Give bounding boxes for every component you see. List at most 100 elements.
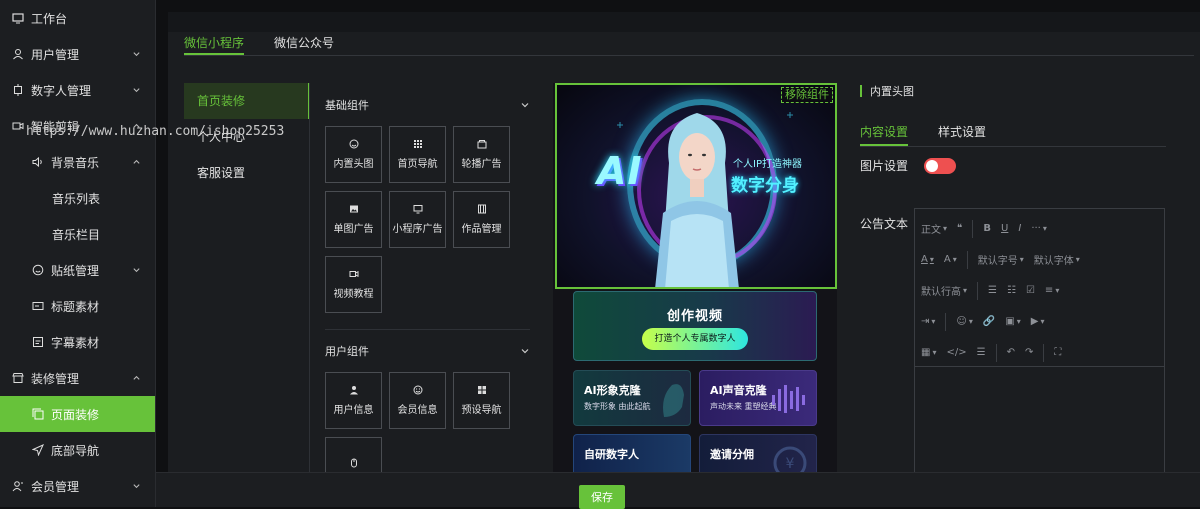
sidebar-item-digital-human[interactable]: 数字人管理	[0, 72, 155, 108]
bulleted-list-icon[interactable]: ☰	[988, 285, 997, 296]
fullscreen-icon[interactable]: ⛶	[1054, 347, 1061, 358]
footer-bar: 保存	[156, 472, 1200, 509]
sidebar-item-bottom-nav[interactable]: 底部导航	[0, 432, 155, 468]
redo-icon[interactable]: ↷	[1025, 347, 1033, 358]
link-icon[interactable]: 🔗	[983, 316, 995, 327]
submenu-personal-center[interactable]: 个人中心	[184, 119, 310, 155]
todo-icon[interactable]: ☑	[1026, 285, 1035, 296]
sidebar-item-label: 背景音乐	[51, 155, 100, 170]
component-home-nav[interactable]: 首页导航	[389, 126, 446, 183]
blockquote-icon[interactable]: ❝	[957, 223, 962, 234]
chevron-down-icon	[521, 349, 529, 354]
sidebar-item-smart-edit[interactable]: 智能剪辑	[0, 108, 155, 144]
line-height-select[interactable]: 默认行高	[921, 283, 967, 298]
font-size-select[interactable]: 默认字号	[978, 252, 1024, 267]
component-user-info[interactable]: 用户信息	[325, 372, 382, 429]
create-video-card[interactable]: 创作视频 打造个人专属数字人	[573, 291, 817, 361]
image-setting-switch[interactable]	[924, 157, 957, 174]
user-group-icon	[12, 480, 24, 492]
coin-icon: ¥	[773, 446, 807, 472]
italic-icon[interactable]: I	[1018, 223, 1021, 234]
tab-wechat-official-account[interactable]: 微信公众号	[274, 34, 334, 55]
sidebar-item-page-decoration[interactable]: 页面装修	[0, 396, 155, 432]
bold-icon[interactable]: B	[983, 223, 991, 234]
sidebar-item-decoration[interactable]: 装修管理	[0, 360, 155, 396]
code-icon[interactable]: </>	[946, 347, 966, 358]
feature-card-avatar-clone[interactable]: AI形象克隆 数字形象 由此起航	[573, 370, 691, 426]
component-carousel-ad[interactable]: 轮播广告	[453, 126, 510, 183]
image-icon[interactable]: ▣	[1005, 316, 1020, 327]
component-miniprogram-ad[interactable]: 小程序广告	[389, 191, 446, 248]
chevron-up-icon	[133, 123, 140, 128]
group-header-basic[interactable]: 基础组件	[325, 96, 530, 114]
submenu-home-decoration[interactable]: 首页装修	[184, 83, 310, 119]
feature-card-self-developed[interactable]: 自研数字人	[573, 434, 691, 472]
sidebar-item-title-assets[interactable]: 标题素材	[0, 288, 155, 324]
document-icon	[32, 336, 44, 348]
component-label: 作品管理	[461, 224, 502, 235]
save-button[interactable]: 保存	[579, 485, 625, 509]
more-icon[interactable]: ···	[1031, 223, 1047, 234]
emoji-icon[interactable]: ☺	[956, 316, 972, 327]
sidebar-item-music-list[interactable]: 音乐列表	[0, 180, 155, 216]
avatar-figure	[655, 113, 739, 287]
copy-icon	[32, 408, 44, 420]
sidebar-item-workbench[interactable]: 工作台	[0, 0, 155, 36]
tab-style-settings[interactable]: 样式设置	[938, 123, 986, 146]
paragraph-style-select[interactable]: 正文	[921, 221, 947, 236]
video-icon[interactable]: ▶	[1031, 316, 1045, 327]
component-video-tutorial[interactable]: 视频教程	[325, 256, 382, 313]
table-icon[interactable]: ▦	[921, 347, 936, 358]
store-icon	[12, 372, 24, 384]
video-icon	[349, 269, 359, 279]
component-label: 用户信息	[333, 405, 374, 416]
sidebar-item-members[interactable]: 会员管理	[0, 468, 155, 504]
component-label: 预设导航	[461, 405, 502, 416]
indent-icon[interactable]: ⇥	[921, 316, 935, 327]
group-title: 用户组件	[325, 345, 369, 358]
grid-icon	[413, 139, 423, 149]
feature-card-voice-clone[interactable]: AI声音克隆 声动未来 重塑经典	[699, 370, 817, 426]
align-icon[interactable]: ≡	[1045, 285, 1059, 296]
underline-icon[interactable]: U	[1001, 223, 1008, 234]
feature-card-invite-commission[interactable]: 邀请分佣 ¥	[699, 434, 817, 472]
sidebar-item-label: 字幕素材	[51, 335, 100, 350]
component-builtin-header[interactable]: 内置头图	[325, 126, 382, 183]
sidebar-item-bgm[interactable]: 背景音乐	[0, 144, 155, 180]
divider	[1043, 343, 1045, 362]
remove-component-button[interactable]: 移除组件	[781, 87, 833, 103]
hero-slogan: 个人IP打造神器	[733, 159, 802, 170]
create-digital-human-button[interactable]: 打造个人专属数字人	[642, 328, 748, 350]
feature-title: AI声音克隆	[710, 384, 767, 397]
page-submenu: 首页装修 个人中心 客服设置	[184, 83, 310, 191]
platform-tabs: 微信小程序 微信公众号	[184, 34, 1194, 56]
tab-wechat-miniprogram[interactable]: 微信小程序	[184, 34, 245, 55]
sidebar-item-stickers[interactable]: 贴纸管理	[0, 252, 155, 288]
numbered-list-icon[interactable]: ☷	[1007, 285, 1016, 296]
undo-icon[interactable]: ↶	[1007, 347, 1015, 358]
mouse-icon	[349, 458, 359, 468]
divider	[977, 281, 979, 300]
sidebar-item-users[interactable]: 用户管理	[0, 36, 155, 72]
editor-content-area[interactable]	[915, 367, 1164, 482]
chevron-down-icon	[133, 268, 140, 273]
component-works-management[interactable]: 作品管理	[453, 191, 510, 248]
component-preset-nav[interactable]: 预设导航	[453, 372, 510, 429]
settings-panel: 内置头图 内容设置 样式设置 图片设置 公告文本 正文 ❝ B U I ···	[860, 83, 1166, 483]
group-title: 基础组件	[325, 99, 369, 112]
component-single-image-ad[interactable]: 单图广告	[325, 191, 382, 248]
sidebar-item-subtitle-assets[interactable]: 字幕素材	[0, 324, 155, 360]
tab-content-settings[interactable]: 内容设置	[860, 123, 909, 146]
builtin-header-banner[interactable]: AI 个人IP打造神器 数字分身 移除组件	[555, 83, 837, 289]
sidebar-item-music-column[interactable]: 音乐栏目	[0, 216, 155, 252]
user-icon	[12, 48, 24, 60]
divider-icon[interactable]: ☰	[977, 347, 986, 358]
background-color-icon[interactable]: A	[944, 254, 957, 265]
font-family-select[interactable]: 默认字体	[1034, 252, 1080, 267]
component-member-info[interactable]: 会员信息	[389, 372, 446, 429]
font-color-icon[interactable]: A	[921, 254, 934, 265]
component-label: 首页导航	[397, 159, 438, 170]
face-icon	[663, 384, 684, 417]
group-header-user[interactable]: 用户组件	[325, 342, 530, 360]
submenu-customer-service[interactable]: 客服设置	[184, 155, 310, 191]
